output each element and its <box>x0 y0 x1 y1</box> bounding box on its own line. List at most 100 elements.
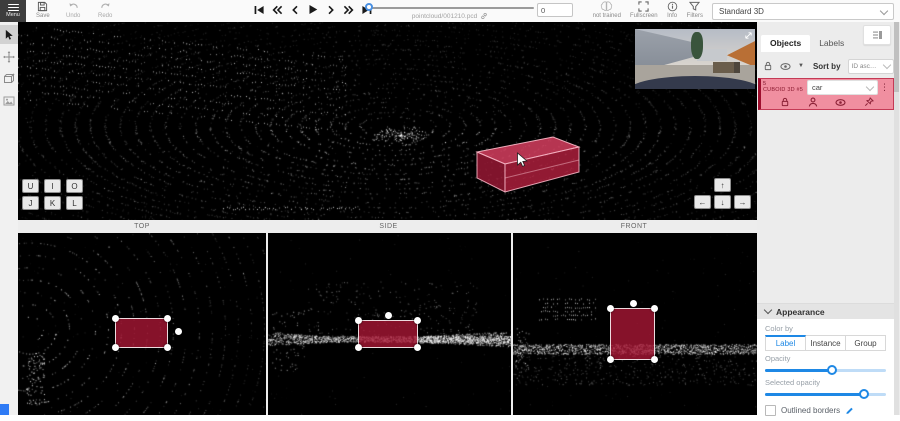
resize-handle[interactable] <box>414 317 421 324</box>
object-member-button[interactable] <box>808 97 818 107</box>
hotkey-j-button[interactable]: J <box>22 196 39 210</box>
panel-toggle-button[interactable] <box>863 25 891 45</box>
fullscreen-button[interactable]: Fullscreen <box>630 1 658 19</box>
selected-opacity-slider-thumb[interactable] <box>859 389 869 399</box>
filename-link[interactable]: pointcloud/001210.pcd <box>366 12 534 20</box>
filters-button[interactable]: Filters <box>687 1 703 19</box>
menu-button[interactable]: Menu <box>0 0 26 22</box>
selected-opacity-slider[interactable] <box>765 389 886 399</box>
redo-button[interactable]: Redo <box>98 1 112 19</box>
expand-icon[interactable] <box>744 31 753 40</box>
resize-handle[interactable] <box>112 315 119 322</box>
preview-tree <box>691 32 703 59</box>
nav-left-button[interactable]: ← <box>694 195 711 209</box>
opacity-slider-thumb[interactable] <box>827 365 837 375</box>
front-view[interactable] <box>513 233 757 415</box>
chevron-down-icon <box>883 61 891 69</box>
resize-handle[interactable] <box>112 344 119 351</box>
object-lock-button[interactable] <box>780 97 790 107</box>
chevron-left-icon <box>289 4 301 16</box>
select-tool-button[interactable] <box>0 25 18 44</box>
opacity-slider[interactable] <box>765 365 886 375</box>
timeline-slider-thumb[interactable] <box>365 3 373 11</box>
forward-10-button[interactable] <box>342 3 355 16</box>
class-select[interactable]: car <box>807 80 878 95</box>
cuboid-annotation-front[interactable] <box>610 308 655 360</box>
undo-icon <box>68 1 79 12</box>
first-frame-button[interactable] <box>252 3 265 16</box>
next-frame-button[interactable] <box>324 3 337 16</box>
resize-handle[interactable] <box>355 317 362 324</box>
nav-right-button[interactable]: → <box>734 195 751 209</box>
tab-objects[interactable]: Objects <box>761 35 810 52</box>
lock-all-button[interactable] <box>763 61 773 71</box>
camera-preview[interactable] <box>635 29 755 89</box>
opacity-label: Opacity <box>765 354 886 363</box>
rotate-handle[interactable] <box>385 312 392 319</box>
backward-10-button[interactable] <box>270 3 283 16</box>
object-menu-button[interactable]: ⋮ <box>878 82 891 93</box>
hotkey-u-button[interactable]: U <box>22 179 39 193</box>
save-button[interactable]: Save <box>36 1 50 19</box>
hotkey-o-button[interactable]: O <box>66 179 83 193</box>
object-visibility-button[interactable] <box>835 98 846 107</box>
ortho-views <box>18 233 757 415</box>
right-panel: Objects Labels ▼ Sort by ID asc… 5 CUBOI… <box>757 22 900 415</box>
nav-up-button[interactable]: ↑ <box>714 178 731 192</box>
object-row-car[interactable]: 5 CUBOID 3D #5 car ⋮ <box>758 78 894 110</box>
resize-handle[interactable] <box>607 305 614 312</box>
rotate-handle[interactable] <box>630 300 637 307</box>
resize-handle[interactable] <box>651 356 658 363</box>
side-view-label: SIDE <box>266 220 511 233</box>
main-3d-view[interactable]: U I O J K L ↑ ← ↓ → <box>18 22 757 220</box>
resize-handle[interactable] <box>607 356 614 363</box>
hotkey-l-button[interactable]: L <box>66 196 83 210</box>
nav-down-button[interactable]: ↓ <box>714 195 731 209</box>
color-by-instance-option[interactable]: Instance <box>806 335 846 351</box>
chevron-right-icon <box>325 4 337 16</box>
visibility-all-button[interactable] <box>780 62 791 71</box>
cuboid-icon <box>3 73 15 84</box>
cuboid-tool-button[interactable] <box>0 69 18 88</box>
brain-icon <box>600 1 613 12</box>
undo-button[interactable]: Undo <box>66 1 80 19</box>
redo-label: Redo <box>98 13 112 19</box>
resize-handle[interactable] <box>414 344 421 351</box>
layout-select[interactable]: Standard 3D <box>712 3 894 20</box>
resize-handle[interactable] <box>651 305 658 312</box>
appearance-header[interactable]: Appearance <box>757 303 894 319</box>
color-by-group-option[interactable]: Group <box>846 335 886 351</box>
cuboid-annotation-3d[interactable] <box>473 134 583 196</box>
panel-scrollbar[interactable] <box>894 22 899 415</box>
color-by-label-option[interactable]: Label <box>765 335 806 351</box>
expand-all-button[interactable]: ▼ <box>798 63 804 69</box>
resize-handle[interactable] <box>164 315 171 322</box>
side-view[interactable] <box>268 233 511 415</box>
move-icon <box>3 51 15 63</box>
cuboid-annotation-side[interactable] <box>358 320 418 348</box>
rotate-handle[interactable] <box>175 328 182 335</box>
appearance-title: Appearance <box>776 307 825 317</box>
hotkey-i-button[interactable]: I <box>44 179 61 193</box>
scene-tool-button[interactable] <box>0 91 18 110</box>
resize-handle[interactable] <box>164 344 171 351</box>
play-button[interactable] <box>306 3 319 16</box>
info-button[interactable]: Info <box>667 1 678 19</box>
object-pin-button[interactable] <box>864 97 874 107</box>
resize-handle[interactable] <box>355 344 362 351</box>
edit-pencil-icon[interactable] <box>845 406 854 415</box>
frame-number-input[interactable] <box>537 3 573 17</box>
cuboid-annotation-top[interactable] <box>115 318 168 348</box>
timeline: pointcloud/001210.pcd <box>366 4 534 20</box>
outlined-borders-checkbox[interactable] <box>765 405 776 416</box>
top-view[interactable] <box>18 233 266 415</box>
timeline-slider[interactable] <box>366 7 534 9</box>
sort-select[interactable]: ID asc… <box>848 59 894 74</box>
hotkey-k-button[interactable]: K <box>44 196 61 210</box>
prev-frame-button[interactable] <box>288 3 301 16</box>
model-status[interactable]: not trained <box>593 1 621 19</box>
pan-tool-button[interactable] <box>0 47 18 66</box>
ortho-view-labels: TOP SIDE FRONT <box>18 220 757 233</box>
filename-label: pointcloud/001210.pcd <box>412 13 477 20</box>
tab-labels[interactable]: Labels <box>810 35 853 52</box>
